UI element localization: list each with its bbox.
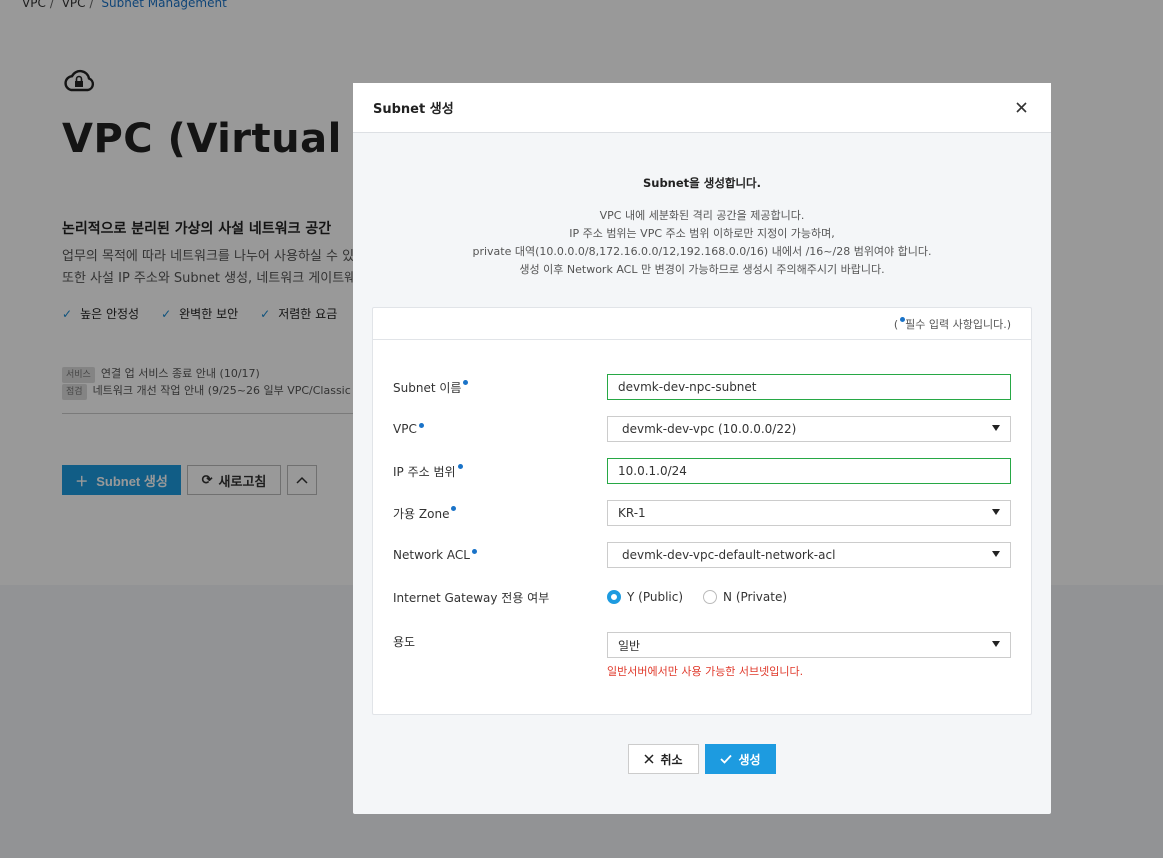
ip-range-input[interactable]: 10.0.1.0/24 xyxy=(607,458,1011,484)
vpc-select[interactable]: devmk-dev-vpc (10.0.0.0/22) xyxy=(607,416,1011,442)
form-row-internet-gateway: Internet Gateway 전용 여부 Y (Public) N (Pri… xyxy=(393,584,787,610)
usage-label: 용도 xyxy=(393,635,416,649)
required-dot-icon xyxy=(418,423,424,428)
intro-title: Subnet을 생성합니다. xyxy=(642,176,762,190)
modal-intro: Subnet을 생성합니다. VPC 내에 세분화된 격리 공간을 제공합니다.… xyxy=(353,133,1051,279)
subnet-create-modal: Subnet 생성 Subnet을 생성합니다. VPC 내에 세분화된 격리 … xyxy=(353,83,1051,814)
subnet-name-value: devmk-dev-npc-subnet xyxy=(618,380,757,394)
internet-gateway-label: Internet Gateway 전용 여부 xyxy=(393,590,550,605)
form-row-ip-range: IP 주소 범위 10.0.1.0/24 xyxy=(393,458,1011,484)
form-row-usage: 용도 일반 xyxy=(393,632,1011,658)
network-acl-label-text: Network ACL xyxy=(393,548,470,562)
network-acl-label: Network ACL xyxy=(393,548,607,562)
radio-private-label: N (Private) xyxy=(723,590,788,604)
required-dot-icon xyxy=(457,463,463,469)
modal-title: Subnet 생성 xyxy=(373,102,454,117)
vpc-select-value: devmk-dev-vpc (10.0.0.0/22) xyxy=(622,422,797,436)
caret-down-icon xyxy=(992,425,1000,431)
modal-footer: 취소 생성 xyxy=(353,744,1051,774)
intro-line: IP 주소 범위는 VPC 주소 범위 이하로만 지정이 가능하며, xyxy=(569,227,835,240)
ip-range-value: 10.0.1.0/24 xyxy=(618,464,687,478)
usage-select-value: 일반 xyxy=(618,638,641,653)
ip-range-label-text: IP 주소 범위 xyxy=(393,464,456,479)
zone-select-value: KR-1 xyxy=(618,506,646,520)
subnet-name-label: Subnet 이름 xyxy=(393,379,607,396)
required-note-text: 필수 입력 사항입니다.) xyxy=(905,318,1011,331)
intro-line: private 대역(10.0.0.0/8,172.16.0.0/12,192.… xyxy=(472,245,932,258)
required-dot-icon xyxy=(463,379,469,385)
radio-public-label: Y (Public) xyxy=(627,590,684,604)
cancel-label: 취소 xyxy=(660,752,683,767)
internet-gateway-radio-group: Y (Public) N (Private) xyxy=(607,590,787,604)
create-label: 생성 xyxy=(738,752,761,767)
radio-unchecked-icon xyxy=(703,590,718,604)
caret-down-icon xyxy=(992,551,1000,557)
check-icon xyxy=(720,754,733,764)
subnet-name-label-text: Subnet 이름 xyxy=(393,380,462,395)
close-button[interactable] xyxy=(1011,98,1031,118)
form-row-vpc: VPC devmk-dev-vpc (10.0.0.0/22) xyxy=(393,416,1011,442)
caret-down-icon xyxy=(992,509,1000,515)
zone-select[interactable]: KR-1 xyxy=(607,500,1011,526)
required-dot-icon xyxy=(451,505,457,511)
subnet-form: ( 필수 입력 사항입니다.) Subnet 이름 devmk-dev-npc-s… xyxy=(372,307,1032,715)
required-note-prefix: ( xyxy=(893,318,899,331)
zone-label-text: 가용 Zone xyxy=(393,506,450,521)
required-note: ( 필수 입력 사항입니다.) xyxy=(373,308,1031,340)
vpc-label-text: VPC xyxy=(393,422,417,436)
radio-public[interactable]: Y (Public) xyxy=(607,590,683,604)
create-button[interactable]: 생성 xyxy=(705,744,776,774)
required-dot-icon xyxy=(471,549,477,554)
ip-range-label: IP 주소 범위 xyxy=(393,463,607,480)
intro-line: 생성 이후 Network ACL 만 변경이 가능하므로 생성시 주의해주시기… xyxy=(519,263,885,276)
close-icon xyxy=(1015,102,1027,113)
form-row-network-acl: Network ACL devmk-dev-vpc-default-networ… xyxy=(393,542,1011,568)
subnet-name-input[interactable]: devmk-dev-npc-subnet xyxy=(607,374,1011,400)
network-acl-select-value: devmk-dev-vpc-default-network-acl xyxy=(622,548,836,562)
close-icon xyxy=(644,754,654,764)
radio-private[interactable]: N (Private) xyxy=(703,590,787,604)
cancel-button[interactable]: 취소 xyxy=(628,744,699,774)
form-row-zone: 가용 Zone KR-1 xyxy=(393,500,1011,526)
usage-hint: 일반서버에서만 사용 가능한 서브넷입니다. xyxy=(607,665,804,678)
network-acl-select[interactable]: devmk-dev-vpc-default-network-acl xyxy=(607,542,1011,568)
form-row-subnet-name: Subnet 이름 devmk-dev-npc-subnet xyxy=(393,374,1011,400)
usage-select[interactable]: 일반 xyxy=(607,632,1011,658)
modal-header: Subnet 생성 xyxy=(353,83,1051,133)
radio-checked-icon xyxy=(607,590,621,604)
intro-line: VPC 내에 세분화된 격리 공간을 제공합니다. xyxy=(599,209,805,222)
caret-down-icon xyxy=(992,641,1000,647)
vpc-label: VPC xyxy=(393,422,607,436)
zone-label: 가용 Zone xyxy=(393,505,607,522)
